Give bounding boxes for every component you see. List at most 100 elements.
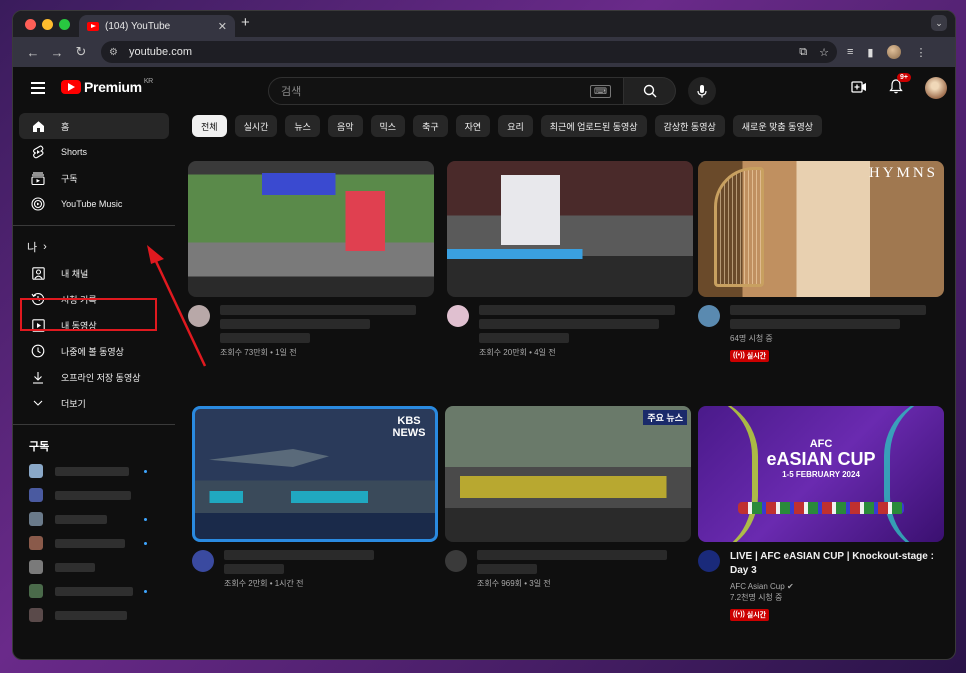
video-card[interactable]: 주요 뉴스 조회수 969회 • 3일 전: [445, 406, 691, 589]
video-card[interactable]: AFC eASIAN CUP 1-5 FEBRUARY 2024 LIVE | …: [698, 406, 944, 621]
chip-all[interactable]: 전체: [192, 115, 227, 137]
video-stats: 조회수 2만회 • 1시간 전: [224, 579, 304, 588]
video-card[interactable]: 조회수 20만회 • 4일 전: [447, 161, 693, 358]
chip-new-to-you[interactable]: 새로운 맞춤 동영상: [732, 115, 823, 137]
tab-close-icon[interactable]: ✕: [218, 20, 227, 33]
subscription-item[interactable]: [13, 507, 175, 531]
search-placeholder: 검색: [281, 86, 302, 98]
title-redacted[interactable]: [730, 319, 900, 329]
video-thumbnail[interactable]: KBS NEWS: [192, 406, 438, 542]
video-thumbnail[interactable]: HYMNS: [698, 161, 944, 297]
channel-redacted[interactable]: [220, 333, 310, 343]
sidebar-item-watch-later[interactable]: 나중에 볼 동영상: [19, 338, 169, 364]
notifications-button[interactable]: 9+: [889, 73, 911, 97]
title-redacted[interactable]: [479, 305, 675, 315]
subscription-item[interactable]: [13, 483, 175, 507]
channel-avatar: [29, 488, 43, 502]
sidebar-item-your-channel[interactable]: 내 채널: [19, 260, 169, 286]
media-controls-icon[interactable]: ≡: [847, 46, 853, 58]
chip-cooking[interactable]: 요리: [498, 115, 533, 137]
bookmark-star-icon[interactable]: ☆: [819, 46, 829, 59]
chip-nature[interactable]: 자연: [455, 115, 491, 137]
channel-icon: [31, 266, 45, 280]
address-bar[interactable]: ⚙ youtube.com ⧉ ☆: [101, 41, 837, 63]
site-settings-icon[interactable]: ⚙: [109, 47, 123, 58]
chip-mix[interactable]: 믹스: [370, 115, 406, 137]
title-redacted[interactable]: [220, 305, 416, 315]
live-badge: ((•)) 실시간: [730, 608, 770, 621]
chip-news[interactable]: 뉴스: [285, 115, 320, 137]
subscription-item[interactable]: [13, 459, 175, 483]
voice-search-button[interactable]: [688, 77, 716, 105]
side-panel-icon[interactable]: ▮: [867, 46, 873, 59]
subscription-item[interactable]: [13, 531, 175, 555]
subscription-item[interactable]: [13, 555, 175, 579]
video-thumbnail-redacted[interactable]: [188, 161, 434, 297]
sidebar-divider: [13, 424, 175, 425]
title-redacted[interactable]: [224, 550, 374, 560]
subscription-item[interactable]: [13, 579, 175, 603]
youtube-premium-logo[interactable]: Premium KR: [61, 78, 153, 95]
channel-avatar[interactable]: [698, 550, 720, 572]
channel-name[interactable]: AFC Asian Cup ✔: [730, 582, 944, 591]
sidebar-item-show-more[interactable]: 더보기: [19, 390, 169, 416]
live-signal-icon: ((•)): [733, 611, 745, 618]
title-redacted[interactable]: [477, 550, 667, 560]
youtube-header: Premium KR 검색 ⌨ 9+: [13, 67, 955, 113]
sidebar-item-you[interactable]: 나 ›: [19, 234, 169, 260]
chip-music[interactable]: 음악: [327, 115, 363, 137]
search-button[interactable]: [624, 77, 676, 105]
chip-soccer[interactable]: 축구: [413, 115, 448, 137]
toolbar: ← → ↻ ⚙ youtube.com ⧉ ☆ ≡ ▮ ⋮: [13, 37, 955, 67]
minimize-window-button[interactable]: [42, 18, 53, 30]
microphone-icon: [697, 85, 707, 98]
zoom-window-button[interactable]: [59, 18, 70, 30]
title-redacted[interactable]: [220, 319, 370, 329]
channel-avatar[interactable]: [447, 305, 469, 327]
channel-avatar[interactable]: [698, 305, 720, 327]
back-icon[interactable]: ←: [21, 45, 45, 60]
subscription-item[interactable]: [13, 603, 175, 627]
account-avatar[interactable]: [925, 77, 947, 99]
video-card[interactable]: KBS NEWS 조회수 2만회 • 1시간 전: [192, 406, 438, 589]
reload-icon[interactable]: ↻: [69, 44, 93, 60]
video-card[interactable]: HYMNS 64명 시청 중 ((•)) 실시간: [698, 161, 944, 362]
sidebar-item-subscriptions[interactable]: 구독: [19, 165, 169, 191]
new-tab-button[interactable]: +: [241, 14, 250, 31]
forward-icon[interactable]: →: [45, 45, 69, 60]
sidebar-item-shorts[interactable]: Shorts: [19, 139, 169, 165]
video-thumbnail[interactable]: 주요 뉴스: [445, 406, 691, 542]
live-badge: ((•)) 실시간: [730, 349, 770, 362]
chip-watched[interactable]: 감상한 동영상: [654, 115, 725, 137]
browser-tab[interactable]: (104) YouTube ✕: [79, 15, 235, 37]
chip-recently-uploaded[interactable]: 최근에 업로드된 동영상: [540, 115, 647, 137]
channel-avatar[interactable]: [192, 550, 214, 572]
menu-icon[interactable]: [31, 82, 45, 94]
video-thumbnail[interactable]: AFC eASIAN CUP 1-5 FEBRUARY 2024: [698, 406, 944, 542]
channel-avatar[interactable]: [188, 305, 210, 327]
sidebar-item-downloads[interactable]: 오프라인 저장 동영상: [19, 364, 169, 390]
tab-search-button[interactable]: ⌄: [931, 15, 947, 31]
cast-icon[interactable]: ⧉: [799, 46, 807, 59]
video-thumbnail-redacted[interactable]: [447, 161, 693, 297]
search-input[interactable]: 검색 ⌨: [268, 77, 624, 105]
more-menu-icon[interactable]: ⋮: [915, 46, 926, 59]
title-redacted[interactable]: [479, 319, 659, 329]
channel-redacted[interactable]: [479, 333, 569, 343]
download-icon: [31, 370, 45, 384]
shorts-icon: [31, 145, 45, 159]
sidebar-item-youtube-music[interactable]: YouTube Music: [19, 191, 169, 217]
profile-avatar[interactable]: [887, 45, 902, 59]
video-title[interactable]: LIVE | AFC eASIAN CUP | Knockout-stage :…: [730, 550, 944, 578]
keyboard-icon[interactable]: ⌨: [590, 84, 611, 98]
channel-redacted[interactable]: [477, 564, 537, 574]
channel-avatar[interactable]: [445, 550, 467, 572]
create-video-icon[interactable]: [851, 80, 867, 96]
title-redacted[interactable]: [730, 305, 926, 315]
video-stats: 조회수 20만회 • 4일 전: [479, 348, 556, 357]
chip-live[interactable]: 실시간: [234, 115, 278, 137]
video-card[interactable]: 조회수 73만회 • 1일 전: [188, 161, 434, 358]
channel-redacted[interactable]: [224, 564, 284, 574]
sidebar-item-home[interactable]: 홈: [19, 113, 169, 139]
close-window-button[interactable]: [25, 18, 36, 30]
